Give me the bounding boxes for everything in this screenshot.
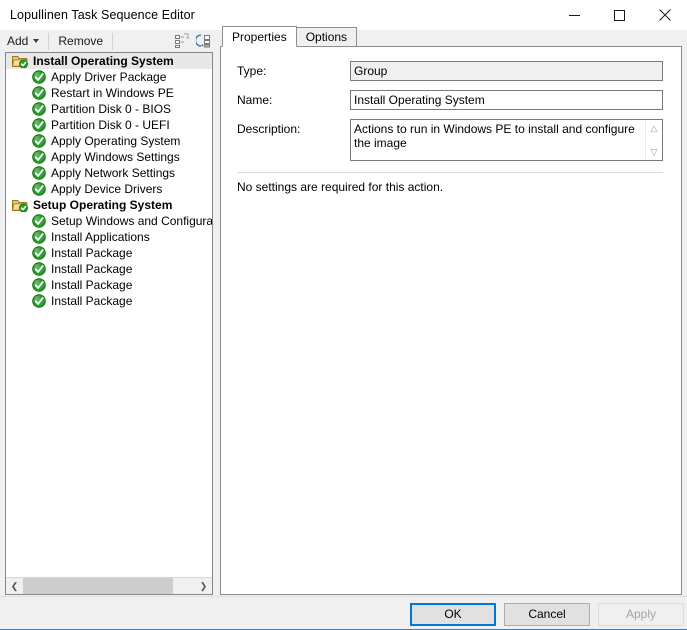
dialog-footer: OK Cancel Apply [0, 596, 687, 630]
tree-item-label: Install Package [51, 278, 133, 292]
green-check-icon [32, 102, 46, 116]
scroll-right-arrow-icon[interactable]: ❯ [195, 578, 212, 594]
add-button[interactable]: Add [0, 31, 46, 51]
tree-item-label: Apply Driver Package [51, 70, 167, 84]
cancel-button[interactable]: Cancel [504, 603, 590, 626]
green-check-icon [32, 70, 46, 84]
properties-pane: Properties Options Type: Name: Descripti… [220, 26, 682, 595]
green-check-icon [32, 134, 46, 148]
tree-item-label: Partition Disk 0 - UEFI [51, 118, 170, 132]
tree-item-label: Restart in Windows PE [51, 86, 174, 100]
close-icon [658, 9, 671, 21]
name-label: Name: [237, 93, 273, 107]
green-check-icon [32, 294, 46, 308]
properties-tab-content: Type: Name: Description: Actions to run … [220, 46, 682, 595]
description-label: Description: [237, 122, 301, 136]
type-field [350, 61, 663, 81]
green-check-icon [32, 166, 46, 180]
tree-step-row[interactable]: Partition Disk 0 - UEFI [6, 117, 212, 133]
tree-item-label: Install Package [51, 262, 133, 276]
tree-step-row[interactable]: Install Package [6, 293, 212, 309]
tree-horizontal-scrollbar[interactable]: ❮ ❯ [6, 577, 212, 594]
folder-check-icon [12, 54, 28, 69]
tree-item-label: Install Package [51, 246, 133, 260]
toolbar-divider-2 [112, 32, 114, 50]
tree-body[interactable]: Install Operating System Apply Driver Pac… [6, 53, 212, 577]
tree-group-row[interactable]: Setup Operating System [6, 197, 212, 213]
tree-item-label: Apply Device Drivers [51, 182, 163, 196]
green-check-icon [32, 214, 46, 228]
green-check-icon [32, 86, 46, 100]
tab-strip: Properties Options [220, 26, 682, 47]
name-field[interactable] [350, 90, 663, 110]
type-label: Type: [237, 64, 267, 78]
tree-item-label: Apply Network Settings [51, 166, 176, 180]
description-scrollbar[interactable]: △ ▽ [645, 120, 662, 160]
tree-step-row[interactable]: Install Applications [6, 229, 212, 245]
tree-item-label: Install Package [51, 294, 133, 308]
green-check-icon [32, 278, 46, 292]
tree-item-label: Setup Windows and Configuration [51, 214, 212, 228]
green-check-icon [32, 246, 46, 260]
remove-button-label: Remove [58, 34, 104, 48]
task-sequence-tree[interactable]: Install Operating System Apply Driver Pac… [5, 52, 213, 595]
type-row: Type: [221, 61, 681, 81]
tab-options-label: Options [305, 30, 348, 44]
tree-step-row[interactable]: Install Package [6, 277, 212, 293]
maximize-icon [614, 9, 625, 21]
tree-item-label: Setup Operating System [33, 198, 173, 212]
tree-item-label: Apply Operating System [51, 134, 181, 148]
tree-step-row[interactable]: Partition Disk 0 - BIOS [6, 101, 212, 117]
add-button-label: Add [7, 34, 29, 48]
tree-step-row[interactable]: Restart in Windows PE [6, 85, 212, 101]
scrollbar-thumb[interactable] [23, 578, 173, 594]
no-settings-note: No settings are required for this action… [237, 180, 444, 194]
tree-step-row[interactable]: Install Package [6, 245, 212, 261]
remove-button[interactable]: Remove [51, 31, 110, 51]
scrollbar-track[interactable] [23, 578, 195, 594]
paste-list-button[interactable] [193, 31, 215, 51]
tree-step-row[interactable]: Apply Network Settings [6, 165, 212, 181]
green-check-icon [32, 230, 46, 244]
apply-button: Apply [598, 603, 684, 626]
tree-item-label: Apply Windows Settings [51, 150, 180, 164]
toolbar-divider [48, 32, 50, 50]
scroll-left-arrow-icon[interactable]: ❮ [6, 578, 23, 594]
chevron-down-icon [33, 39, 40, 43]
minimize-icon [569, 14, 580, 16]
folder-check-icon [12, 198, 28, 213]
copy-list-icon [175, 33, 189, 48]
tree-group-row[interactable]: Install Operating System [6, 53, 212, 69]
editor-toolbar: Add Remove [0, 30, 215, 52]
window-title: Lopullinen Task Sequence Editor [10, 8, 195, 22]
green-check-icon [32, 262, 46, 276]
paste-list-icon [196, 34, 210, 48]
tree-step-row[interactable]: Apply Device Drivers [6, 181, 212, 197]
scroll-down-arrow-icon[interactable]: ▽ [646, 144, 662, 160]
description-row: Description: Actions to run in Windows P… [221, 119, 681, 161]
description-field[interactable]: Actions to run in Windows PE to install … [351, 120, 645, 160]
tree-item-label: Install Applications [51, 230, 150, 244]
tab-properties[interactable]: Properties [222, 26, 297, 47]
tree-step-row[interactable]: Apply Windows Settings [6, 149, 212, 165]
tree-item-label: Install Operating System [33, 54, 174, 68]
tree-step-row[interactable]: Apply Operating System [6, 133, 212, 149]
copy-list-button[interactable] [171, 31, 193, 51]
scroll-up-arrow-icon[interactable]: △ [646, 120, 662, 136]
name-row: Name: [221, 90, 681, 110]
tree-step-row[interactable]: Install Package [6, 261, 212, 277]
green-check-icon [32, 182, 46, 196]
tab-options[interactable]: Options [295, 27, 358, 46]
green-check-icon [32, 118, 46, 132]
green-check-icon [32, 150, 46, 164]
ok-button[interactable]: OK [410, 603, 496, 626]
tree-step-row[interactable]: Apply Driver Package [6, 69, 212, 85]
tree-step-row[interactable]: Setup Windows and Configuration [6, 213, 212, 229]
tree-item-label: Partition Disk 0 - BIOS [51, 102, 172, 116]
description-wrapper[interactable]: Actions to run in Windows PE to install … [350, 119, 663, 161]
tab-properties-label: Properties [232, 30, 287, 44]
